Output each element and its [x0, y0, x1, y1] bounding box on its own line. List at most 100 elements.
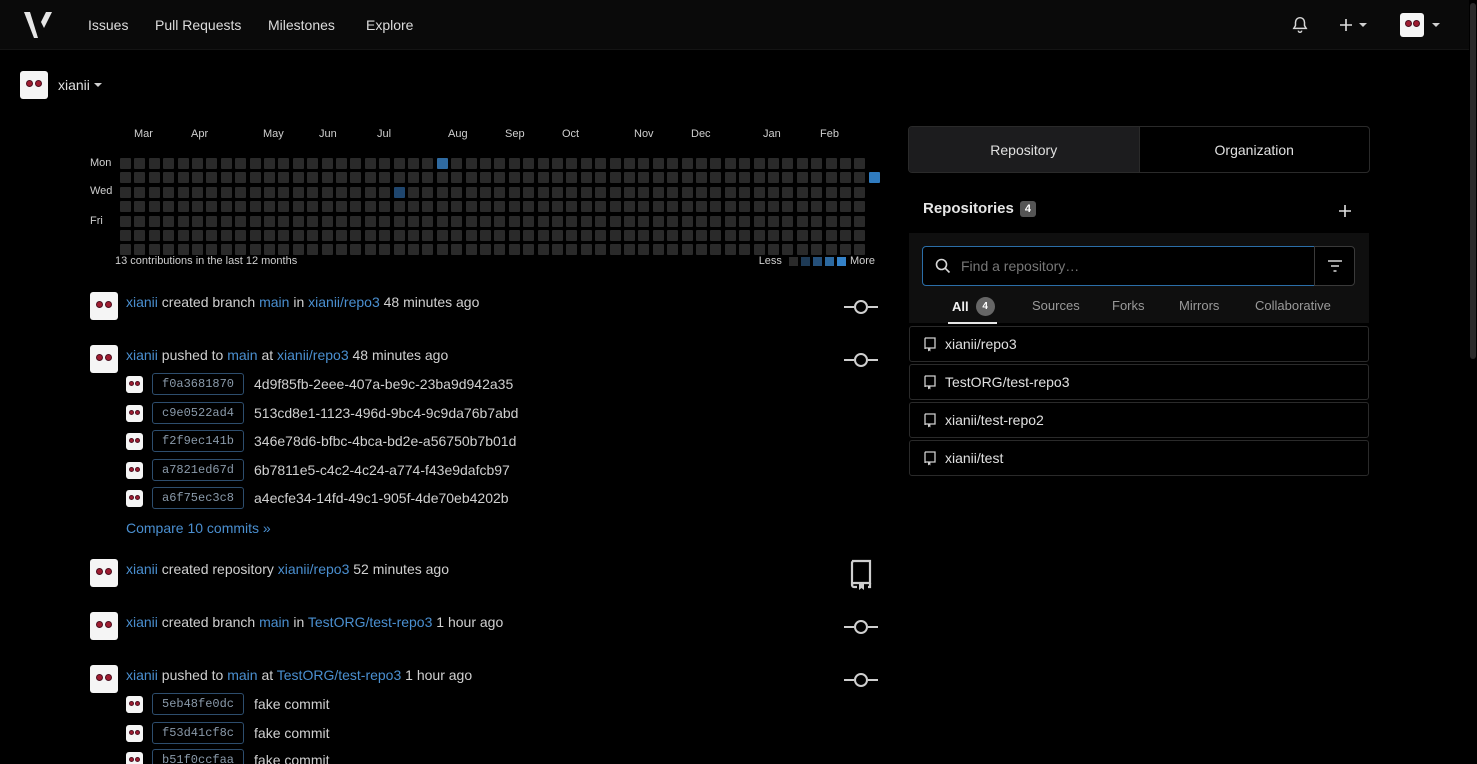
- heatmap-day-cell[interactable]: [292, 230, 304, 241]
- heatmap-day-cell[interactable]: [595, 186, 607, 198]
- heatmap-day-cell[interactable]: [307, 215, 319, 227]
- heatmap-day-cell[interactable]: [537, 215, 549, 227]
- heatmap-day-cell[interactable]: [753, 230, 765, 241]
- heatmap-day-cell[interactable]: [465, 158, 477, 169]
- heatmap-day-cell[interactable]: [249, 244, 261, 256]
- heatmap-day-cell[interactable]: [206, 158, 218, 169]
- heatmap-day-cell[interactable]: [494, 158, 506, 169]
- heatmap-day-cell[interactable]: [494, 230, 506, 241]
- heatmap-day-cell[interactable]: [264, 201, 275, 213]
- heatmap-day-cell[interactable]: [120, 244, 131, 256]
- heatmap-day-cell[interactable]: [652, 230, 664, 241]
- heatmap-day-cell[interactable]: [840, 201, 851, 213]
- heatmap-day-cell[interactable]: [609, 215, 621, 227]
- heatmap-day-cell[interactable]: [220, 230, 232, 241]
- feed-ref-link[interactable]: main: [259, 614, 289, 630]
- heatmap-day-cell[interactable]: [292, 158, 304, 169]
- heatmap-day-cell[interactable]: [652, 215, 664, 227]
- heatmap-day-cell[interactable]: [537, 201, 549, 213]
- heatmap-day-cell[interactable]: [825, 244, 837, 256]
- heatmap-day-cell[interactable]: [840, 186, 851, 198]
- heatmap-day-cell[interactable]: [364, 158, 376, 169]
- nav-explore[interactable]: Explore: [366, 17, 413, 33]
- heatmap-day-cell[interactable]: [667, 172, 679, 184]
- heatmap-day-cell[interactable]: [177, 244, 189, 256]
- heatmap-day-cell[interactable]: [235, 158, 247, 169]
- heatmap-day-cell[interactable]: [782, 215, 794, 227]
- heatmap-day-cell[interactable]: [580, 186, 592, 198]
- heatmap-day-cell[interactable]: [811, 201, 823, 213]
- heatmap-day-cell[interactable]: [566, 244, 578, 256]
- heatmap-day-cell[interactable]: [163, 158, 175, 169]
- heatmap-day-cell[interactable]: [278, 186, 290, 198]
- heatmap-day-cell[interactable]: [508, 201, 520, 213]
- heatmap-day-cell[interactable]: [494, 215, 506, 227]
- heatmap-day-cell[interactable]: [840, 244, 851, 256]
- nav-milestones[interactable]: Milestones: [268, 17, 335, 33]
- heatmap-day-cell[interactable]: [753, 215, 765, 227]
- heatmap-day-cell[interactable]: [451, 201, 463, 213]
- heatmap-day-cell[interactable]: [782, 244, 794, 256]
- heatmap-day-cell[interactable]: [393, 186, 405, 198]
- heatmap-day-cell[interactable]: [249, 201, 261, 213]
- heatmap-day-cell[interactable]: [292, 201, 304, 213]
- heatmap-day-cell[interactable]: [696, 186, 707, 198]
- heatmap-day-cell[interactable]: [177, 172, 189, 184]
- feed-user-link[interactable]: xianii: [126, 667, 158, 683]
- heatmap-day-cell[interactable]: [523, 215, 535, 227]
- heatmap-day-cell[interactable]: [451, 230, 463, 241]
- heatmap-day-cell[interactable]: [681, 186, 693, 198]
- heatmap-day-cell[interactable]: [307, 244, 319, 256]
- heatmap-day-cell[interactable]: [408, 186, 419, 198]
- heatmap-day-cell[interactable]: [681, 215, 693, 227]
- heatmap-day-cell[interactable]: [393, 201, 405, 213]
- heatmap-day-cell[interactable]: [796, 215, 808, 227]
- nav-pull-requests[interactable]: Pull Requests: [155, 17, 241, 33]
- heatmap-day-cell[interactable]: [379, 172, 391, 184]
- heatmap-day-cell[interactable]: [480, 172, 491, 184]
- heatmap-day-cell[interactable]: [696, 158, 707, 169]
- heatmap-day-cell[interactable]: [739, 186, 751, 198]
- heatmap-day-cell[interactable]: [278, 215, 290, 227]
- heatmap-day-cell[interactable]: [336, 172, 347, 184]
- heatmap-day-cell[interactable]: [595, 172, 607, 184]
- heatmap-day-cell[interactable]: [552, 158, 563, 169]
- heatmap-day-cell[interactable]: [825, 201, 837, 213]
- heatmap-day-cell[interactable]: [811, 172, 823, 184]
- heatmap-day-cell[interactable]: [523, 230, 535, 241]
- heatmap-day-cell[interactable]: [465, 230, 477, 241]
- heatmap-day-cell[interactable]: [782, 172, 794, 184]
- heatmap-day-cell[interactable]: [120, 215, 131, 227]
- heatmap-day-cell[interactable]: [350, 215, 362, 227]
- commit-sha-link[interactable]: f2f9ec141b: [152, 430, 245, 452]
- heatmap-day-cell[interactable]: [624, 215, 635, 227]
- feed-user-link[interactable]: xianii: [126, 561, 158, 577]
- heatmap-day-cell[interactable]: [681, 230, 693, 241]
- heatmap-day-cell[interactable]: [379, 201, 391, 213]
- heatmap-day-cell[interactable]: [782, 158, 794, 169]
- heatmap-day-cell[interactable]: [868, 172, 880, 184]
- heatmap-day-cell[interactable]: [393, 158, 405, 169]
- heatmap-day-cell[interactable]: [854, 186, 866, 198]
- heatmap-day-cell[interactable]: [148, 215, 160, 227]
- heatmap-day-cell[interactable]: [739, 172, 751, 184]
- heatmap-day-cell[interactable]: [753, 244, 765, 256]
- heatmap-day-cell[interactable]: [436, 201, 448, 213]
- heatmap-day-cell[interactable]: [825, 158, 837, 169]
- heatmap-day-cell[interactable]: [854, 201, 866, 213]
- notifications-button[interactable]: [1291, 12, 1309, 38]
- heatmap-day-cell[interactable]: [422, 172, 434, 184]
- heatmap-day-cell[interactable]: [595, 244, 607, 256]
- heatmap-day-cell[interactable]: [609, 201, 621, 213]
- heatmap-day-cell[interactable]: [148, 201, 160, 213]
- heatmap-day-cell[interactable]: [206, 201, 218, 213]
- heatmap-day-cell[interactable]: [364, 244, 376, 256]
- heatmap-day-cell[interactable]: [710, 158, 722, 169]
- heatmap-day-cell[interactable]: [825, 186, 837, 198]
- heatmap-day-cell[interactable]: [206, 172, 218, 184]
- heatmap-day-cell[interactable]: [710, 230, 722, 241]
- heatmap-day-cell[interactable]: [796, 172, 808, 184]
- heatmap-day-cell[interactable]: [422, 230, 434, 241]
- heatmap-day-cell[interactable]: [552, 244, 563, 256]
- heatmap-day-cell[interactable]: [696, 230, 707, 241]
